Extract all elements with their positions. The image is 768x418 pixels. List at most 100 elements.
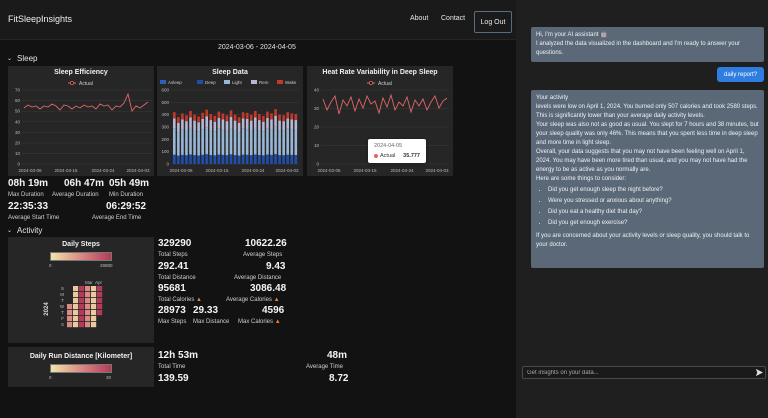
sleep-bar-segment xyxy=(181,119,184,130)
heat-cell xyxy=(85,286,91,292)
svg-text:2024-04-03: 2024-04-03 xyxy=(275,168,299,173)
sleep-data-chart[interactable]: Asleep Deep Light Rem Wake 600 500 400 300… xyxy=(157,66,303,176)
sleep-bar-segment xyxy=(254,110,257,118)
sleep-bar-segment xyxy=(201,154,204,164)
sleep-bar-segment xyxy=(205,109,208,117)
sleep-bar-segment xyxy=(286,128,289,155)
total-steps-label: Total Steps xyxy=(158,252,188,258)
sleep-bar-segment xyxy=(286,154,289,164)
sleep-bar-segment xyxy=(249,114,253,121)
sleep-bar-segment xyxy=(262,121,265,132)
report-list: Did you get enough sleep the night befor… xyxy=(548,186,759,228)
tooltip-marker xyxy=(374,154,378,158)
sleep-bar-segment xyxy=(177,122,180,133)
svg-text:Asleep: Asleep xyxy=(168,80,182,85)
sleep-bar-segment xyxy=(189,127,192,155)
sleep-bar-segment xyxy=(266,128,269,155)
run-color-scale[interactable] xyxy=(50,364,112,373)
heat-cell xyxy=(91,322,97,328)
list-item: Did you eat a healthy diet that day? xyxy=(548,208,759,217)
report-heading: Your activity xyxy=(536,95,569,101)
sleep-bar-segment xyxy=(233,114,237,121)
heat-cell xyxy=(85,316,91,322)
sleep-efficiency-chart[interactable]: Actual 7060 5040 3020 100 2024-03-06 2024… xyxy=(8,66,154,176)
flame-icon: ▲ xyxy=(196,297,202,303)
tooltip-value: 35.777 xyxy=(403,153,420,159)
sleep-bar-segment xyxy=(274,115,277,127)
chat-input[interactable] xyxy=(522,366,766,379)
max-distance-value: 29.33 xyxy=(193,305,219,316)
sleep-bar-segment xyxy=(262,131,265,156)
nav-about-link[interactable]: About xyxy=(410,15,428,22)
sleep-bar-segment xyxy=(270,119,273,130)
total-distance-label: Total Distance xyxy=(158,275,196,281)
logout-button[interactable]: Log Out xyxy=(474,11,512,33)
sleep-bar-segment xyxy=(282,155,285,164)
sleep-data-card: Sleep Data Asleep Deep Light Rem Wake 60… xyxy=(157,66,303,176)
sleep-bar-segment xyxy=(173,112,176,119)
sleep-bar-segment xyxy=(245,129,249,155)
heat-cell xyxy=(97,292,103,298)
sleep-bar-segment xyxy=(278,130,281,156)
max-calories-label: Max Calories ▲ xyxy=(238,319,281,325)
sleep-bar-segment xyxy=(225,121,229,131)
sleep-bar-segment xyxy=(221,113,225,120)
svg-text:T: T xyxy=(61,310,64,315)
steps-calendar-heatmap[interactable]: Mar Apr SM TW TF S 2024 xyxy=(8,237,154,343)
send-icon[interactable] xyxy=(755,368,764,377)
sleep-bar-segment xyxy=(294,120,298,131)
svg-text:Wake: Wake xyxy=(285,80,297,85)
svg-text:S: S xyxy=(61,322,64,327)
sleep-bar-segment xyxy=(197,155,200,164)
y-ticks: 40 30 20 10 0 xyxy=(314,88,320,167)
sleep-bar-segment xyxy=(189,117,192,128)
sleep-bar-segment xyxy=(213,155,217,164)
max-steps-label: Max Steps xyxy=(158,319,187,325)
brand-logo[interactable]: FitSleepInsights xyxy=(8,14,72,24)
sleep-bar-segment xyxy=(249,130,253,156)
hrv-line xyxy=(322,93,448,115)
sleep-bar-segment xyxy=(245,154,249,164)
nav-contact-link[interactable]: Contact xyxy=(441,15,465,22)
heat-cell xyxy=(79,322,85,328)
sleep-bar-segment xyxy=(177,117,180,123)
svg-text:10: 10 xyxy=(15,151,21,156)
sleep-efficiency-card: Sleep Efficiency Actual 70 60 50 40 30 20 1… xyxy=(8,66,154,176)
sleep-bar-segment xyxy=(245,118,249,130)
greeting-line-1: Hi, I'm your AI assistant 🤖 xyxy=(536,32,608,38)
heat-cell xyxy=(97,298,103,304)
user-message: daily report? xyxy=(717,67,764,82)
sleep-bar-segment xyxy=(294,155,298,164)
svg-text:2024-03-06: 2024-03-06 xyxy=(169,168,193,173)
heat-cell xyxy=(73,316,79,322)
activity-section-toggle[interactable]: ⌄ Activity xyxy=(7,226,42,235)
max-steps-value: 28973 xyxy=(158,305,186,316)
greeting-line-2: I analyzed the data visualized in the da… xyxy=(536,41,740,56)
heat-cell xyxy=(85,292,91,298)
sleep-bar-segment xyxy=(217,111,221,118)
heat-cell xyxy=(73,310,79,316)
svg-text:2024-04-03: 2024-04-03 xyxy=(425,168,449,173)
total-steps-value: 329290 xyxy=(158,238,192,249)
sleep-bar-segment xyxy=(270,129,273,155)
svg-text:2024-03-15: 2024-03-15 xyxy=(54,168,78,173)
date-range[interactable]: 2024-03-06 - 2024-04-05 xyxy=(218,44,296,51)
sleep-section-toggle[interactable]: ⌄ Sleep xyxy=(7,54,38,63)
sleep-bar-segment xyxy=(181,129,184,155)
activity-section-title: Activity xyxy=(17,226,43,235)
efficiency-line xyxy=(23,92,149,113)
heat-cell xyxy=(79,292,85,298)
sleep-bar-segment xyxy=(258,114,261,121)
sleep-bar-segment xyxy=(258,120,261,131)
sleep-bar-segment xyxy=(225,155,229,164)
heat-cell xyxy=(91,310,97,316)
sleep-bar-segment xyxy=(213,131,217,156)
sleep-bar-segment xyxy=(221,154,225,164)
sleep-bar-segment xyxy=(185,155,188,164)
min-duration-value: 05h 49m xyxy=(109,178,150,189)
sleep-bar-segment xyxy=(286,118,289,129)
sleep-bar-segment xyxy=(201,118,204,130)
sleep-bar-segment xyxy=(177,132,180,156)
legend-marker xyxy=(369,80,374,85)
avg-end-value: 06:29:52 xyxy=(106,201,147,212)
